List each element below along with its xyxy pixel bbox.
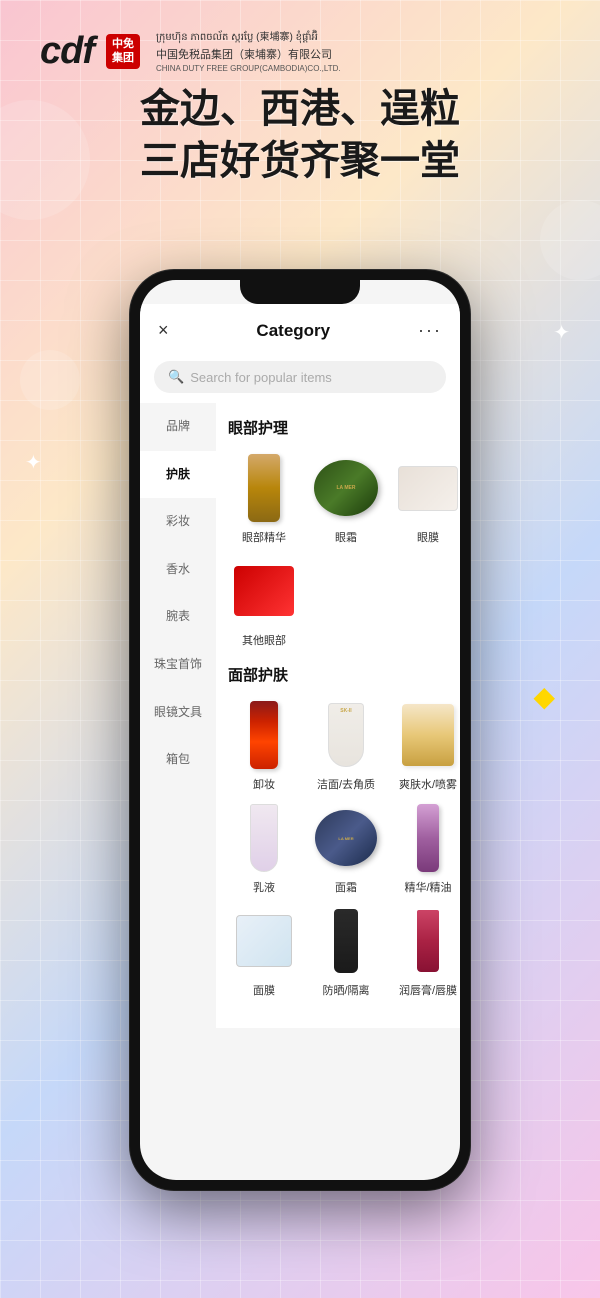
phone-inner: × Category ··· 🔍 Search for popular item…: [140, 280, 460, 1180]
section-title-face: 面部护肤: [228, 664, 448, 685]
eye-serum-label: 眼部精华: [242, 529, 286, 545]
search-placeholder-text: Search for popular items: [190, 370, 332, 385]
sidebar-item-watch[interactable]: 腕表: [140, 593, 216, 641]
makeup-remover-image: [250, 701, 278, 769]
list-item[interactable]: 防晒/隔离: [310, 905, 382, 998]
headline-line2: 三店好货齐聚一堂: [40, 135, 560, 187]
search-input[interactable]: 🔍 Search for popular items: [154, 361, 446, 393]
sidebar-item-brand[interactable]: 品牌: [140, 403, 216, 451]
logo-badge: 中免 集团: [106, 34, 140, 68]
phone-outer: × Category ··· 🔍 Search for popular item…: [130, 270, 470, 1190]
lotion-image: [250, 804, 278, 872]
deco-star-1: ✦: [553, 320, 570, 345]
sidebar-item-perfume[interactable]: 香水: [140, 546, 216, 594]
sunscreen-label: 防晒/隔离: [322, 982, 369, 998]
deco-diamond: ◆: [533, 680, 555, 713]
product-image-eye-serum: [228, 452, 300, 524]
list-item[interactable]: 卸妆: [228, 699, 300, 792]
makeup-remover-label: 卸妆: [253, 776, 275, 792]
content-area: 眼部护理 眼部精华: [216, 403, 460, 1028]
search-bar: 🔍 Search for popular items: [140, 351, 460, 403]
search-icon: 🔍: [168, 369, 184, 385]
lotion-label: 乳液: [253, 879, 275, 895]
list-item[interactable]: 其他眼部: [228, 555, 300, 648]
list-item[interactable]: 洁面/去角质: [310, 699, 382, 792]
product-image-mask: [228, 905, 300, 977]
logo-english: CHINA DUTY FREE GROUP(CAMBODIA)CO.,LTD.: [156, 64, 341, 73]
eye-serum-image: [248, 454, 280, 522]
product-image-eye-cream: [310, 452, 382, 524]
sidebar: 品牌 护肤 彩妆 香水 腕表 珠宝首饰 眼镜文具 箱包: [140, 403, 216, 1028]
face-cream-image: [315, 810, 377, 866]
face-cream-label: 面霜: [335, 879, 357, 895]
product-image-lotion: [228, 802, 300, 874]
lip-label: 润唇膏/唇膜: [399, 982, 457, 998]
eye-cream-image: [314, 460, 378, 516]
product-image-serum: [392, 802, 460, 874]
deco-bubble-3: [20, 350, 80, 410]
sidebar-item-makeup[interactable]: 彩妆: [140, 498, 216, 546]
list-item[interactable]: 眼膜: [392, 452, 460, 545]
product-image-lip: [392, 905, 460, 977]
product-image-other-eye: [228, 555, 300, 627]
other-eye-image: [234, 566, 294, 616]
list-item[interactable]: 眼霜: [310, 452, 382, 545]
logo-row: cdf 中免 集团 ក្រុមហ៊ុន ភាពចល័ត ស្ករប្លែ (柬埔…: [40, 30, 560, 73]
face-care-grid: 卸妆 洁面/去角质: [228, 699, 448, 998]
product-image-sunscreen: [310, 905, 382, 977]
sidebar-item-jewelry[interactable]: 珠宝首饰: [140, 641, 216, 689]
logo-khmer: ក្រុមហ៊ុន ភាពចល័ត ស្ករប្លែ (柬埔寨) ខុំផ្ដា…: [156, 31, 341, 44]
eye-mask-image: [398, 466, 458, 511]
eye-cream-label: 眼霜: [335, 529, 357, 545]
list-item[interactable]: 乳液: [228, 802, 300, 895]
product-image-cleanser: [310, 699, 382, 771]
cleanser-image: [328, 703, 364, 767]
list-item[interactable]: 润唇膏/唇膜: [392, 905, 460, 998]
headline: 金边、西港、逞粒 三店好货齐聚一堂: [40, 83, 560, 187]
product-image-makeup-remover: [228, 699, 300, 771]
section-title-eye: 眼部护理: [228, 417, 448, 438]
phone-notch: [240, 280, 360, 304]
product-image-face-cream: [310, 802, 382, 874]
app-content: × Category ··· 🔍 Search for popular item…: [140, 280, 460, 1180]
deco-star-2: ✦: [25, 450, 42, 475]
nav-bar: × Category ···: [140, 304, 460, 351]
list-item[interactable]: 面膜: [228, 905, 300, 998]
mask-image: [236, 915, 292, 967]
list-item[interactable]: 眼部精华: [228, 452, 300, 545]
more-button[interactable]: ···: [418, 320, 442, 341]
sidebar-item-bags[interactable]: 箱包: [140, 736, 216, 784]
sunscreen-image: [334, 909, 358, 973]
headline-line1: 金边、西港、逞粒: [40, 83, 560, 135]
cleanser-label: 洁面/去角质: [317, 776, 375, 792]
close-button[interactable]: ×: [158, 320, 169, 341]
list-item[interactable]: 爽肤水/喷雾: [392, 699, 460, 792]
list-item[interactable]: 精华/精油: [392, 802, 460, 895]
mask-label: 面膜: [253, 982, 275, 998]
product-image-eye-mask: [392, 452, 460, 524]
sidebar-item-glasses[interactable]: 眼镜文具: [140, 689, 216, 737]
eye-care-grid: 眼部精华 眼霜: [228, 452, 448, 648]
toner-image: [402, 704, 454, 766]
sidebar-item-skincare[interactable]: 护肤: [140, 451, 216, 499]
eye-mask-label: 眼膜: [417, 529, 439, 545]
phone-wrapper: × Category ··· 🔍 Search for popular item…: [130, 270, 470, 1190]
page-title: Category: [256, 321, 330, 341]
serum-image: [417, 804, 439, 872]
other-eye-label: 其他眼部: [242, 632, 286, 648]
serum-label: 精华/精油: [404, 879, 451, 895]
list-item[interactable]: 面霜: [310, 802, 382, 895]
logo-right: ក្រុមហ៊ុន ភាពចល័ត ស្ករប្លែ (柬埔寨) ខុំផ្ដា…: [156, 31, 341, 73]
product-image-toner: [392, 699, 460, 771]
lip-image: [417, 910, 439, 972]
toner-label: 爽肤水/喷雾: [399, 776, 457, 792]
header-area: cdf 中免 集团 ក្រុមហ៊ុន ភាពចល័ត ស្ករប្លែ (柬埔…: [0, 0, 600, 197]
cdf-logo-text: cdf: [40, 30, 94, 73]
main-layout: 品牌 护肤 彩妆 香水 腕表 珠宝首饰 眼镜文具 箱包 眼部护理: [140, 403, 460, 1028]
logo-chinese-full: 中国免税品集团（柬埔寨）有限公司: [156, 46, 341, 62]
